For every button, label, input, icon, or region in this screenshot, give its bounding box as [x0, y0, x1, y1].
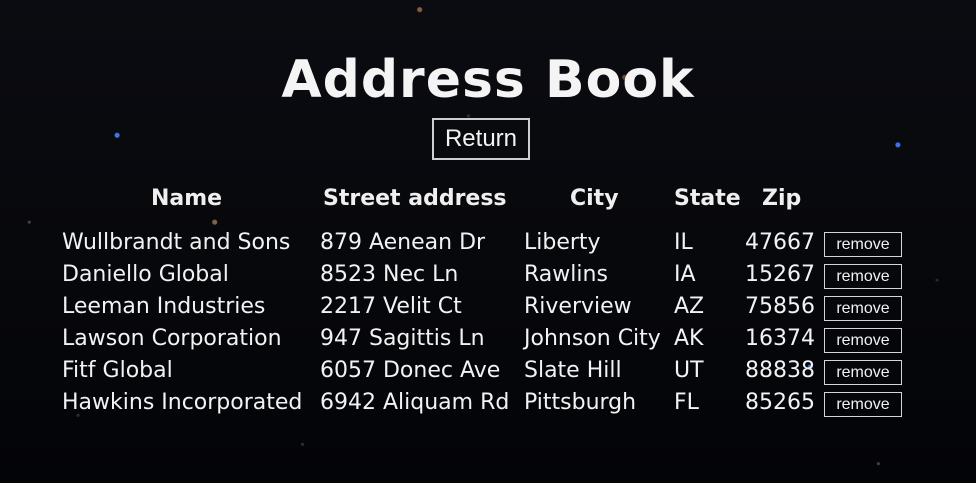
- table-row: Hawkins Incorporated 6942 Aliquam Rd Pit…: [0, 389, 976, 421]
- remove-button[interactable]: remove: [824, 392, 902, 417]
- remove-button[interactable]: remove: [824, 360, 902, 385]
- row-zip: 75856: [745, 294, 815, 319]
- page-title: Address Book: [281, 49, 695, 110]
- column-header-state: State: [674, 186, 741, 211]
- row-name: Hawkins Incorporated: [62, 390, 303, 415]
- row-zip: 85265: [745, 390, 815, 415]
- row-zip: 47667: [745, 230, 815, 255]
- row-state: FL: [674, 390, 699, 415]
- table-row: Fitf Global 6057 Donec Ave Slate Hill UT…: [0, 357, 976, 389]
- row-street-address: 6942 Aliquam Rd: [320, 390, 510, 415]
- row-state: IL: [674, 230, 693, 255]
- remove-button[interactable]: remove: [824, 296, 902, 321]
- row-zip: 88838: [745, 358, 815, 383]
- row-street-address: 2217 Velit Ct: [320, 294, 462, 319]
- row-city: Johnson City: [524, 326, 661, 351]
- row-street-address: 8523 Nec Ln: [320, 262, 459, 287]
- address-list: Wullbrandt and Sons 879 Aenean Dr Libert…: [0, 229, 976, 421]
- row-name: Daniello Global: [62, 262, 229, 287]
- row-zip: 15267: [745, 262, 815, 287]
- table-row: Daniello Global 8523 Nec Ln Rawlins IA 1…: [0, 261, 976, 293]
- address-book-page: Address Book Return Name Street address …: [0, 0, 976, 483]
- row-state: IA: [674, 262, 696, 287]
- row-city: Pittsburgh: [524, 390, 637, 415]
- column-header-city: City: [570, 186, 619, 211]
- row-street-address: 879 Aenean Dr: [320, 230, 486, 255]
- row-name: Lawson Corporation: [62, 326, 282, 351]
- row-name: Wullbrandt and Sons: [62, 230, 291, 255]
- table-row: Leeman Industries 2217 Velit Ct Rivervie…: [0, 293, 976, 325]
- row-zip: 16374: [745, 326, 815, 351]
- row-state: UT: [674, 358, 704, 383]
- table-row: Wullbrandt and Sons 879 Aenean Dr Libert…: [0, 229, 976, 261]
- row-name: Leeman Industries: [62, 294, 266, 319]
- return-button[interactable]: Return: [432, 118, 530, 160]
- row-city: Riverview: [524, 294, 632, 319]
- table-row: Lawson Corporation 947 Sagittis Ln Johns…: [0, 325, 976, 357]
- column-header-name: Name: [151, 186, 223, 211]
- row-state: AK: [674, 326, 704, 351]
- row-state: AZ: [674, 294, 705, 319]
- row-city: Liberty: [524, 230, 601, 255]
- remove-button[interactable]: remove: [824, 232, 902, 257]
- remove-button[interactable]: remove: [824, 264, 902, 289]
- column-header-street-address: Street address: [323, 186, 507, 211]
- row-street-address: 947 Sagittis Ln: [320, 326, 485, 351]
- column-header-zip: Zip: [762, 186, 802, 211]
- row-city: Rawlins: [524, 262, 608, 287]
- remove-button[interactable]: remove: [824, 328, 902, 353]
- row-city: Slate Hill: [524, 358, 622, 383]
- row-name: Fitf Global: [62, 358, 173, 383]
- row-street-address: 6057 Donec Ave: [320, 358, 501, 383]
- table-header: Name Street address City State Zip: [0, 184, 976, 214]
